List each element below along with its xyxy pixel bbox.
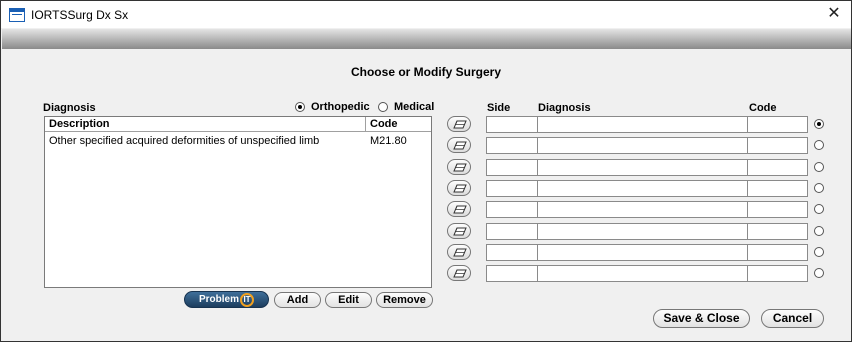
row-select-radio[interactable] [814,140,824,150]
erase-row-button[interactable] [447,265,471,281]
column-header-code[interactable]: Code [366,117,431,132]
eraser-icon [453,248,467,257]
radio-orthopedic-label: Orthopedic [311,101,370,113]
grid-header-code: Code [749,102,777,114]
page-title: Choose or Modify Surgery [350,65,502,79]
code-cell[interactable] [747,180,808,197]
erase-row-button[interactable] [447,159,471,175]
erase-row-button[interactable] [447,201,471,217]
erase-row-button[interactable] [447,180,471,196]
code-cell[interactable] [747,201,808,218]
radio-orthopedic[interactable] [295,102,305,112]
radio-medical[interactable] [378,102,388,112]
diagnosis-list[interactable]: Description Code Other specified acquire… [44,116,432,288]
edit-button[interactable]: Edit [325,292,372,308]
close-button[interactable]: ✕ [823,4,845,24]
side-cell[interactable] [486,201,538,218]
side-cell[interactable] [486,137,538,154]
table-icon [9,7,25,22]
eraser-icon [453,205,467,214]
grid-header-diagnosis: Diagnosis [538,102,591,114]
diagnosis-cell[interactable] [537,223,748,240]
code-cell[interactable] [747,137,808,154]
diagnosis-cell[interactable] [537,180,748,197]
remove-button[interactable]: Remove [376,292,433,308]
title-bar: IORTSSurg Dx Sx ✕ [1,1,851,28]
window-title: IORTSSurg Dx Sx [31,7,129,22]
side-cell[interactable] [486,180,538,197]
code-cell[interactable] [747,265,808,282]
diagnosis-cell[interactable] [537,137,748,154]
add-button[interactable]: Add [274,292,321,308]
row-select-radio[interactable] [814,162,824,172]
radio-medical-label: Medical [394,101,435,113]
code-cell[interactable] [747,116,808,133]
eraser-icon [453,141,467,150]
diagnosis-cell[interactable] [537,201,748,218]
erase-row-button[interactable] [447,137,471,153]
list-item-description: Other specified acquired deformities of … [49,135,320,147]
row-select-radio[interactable] [814,204,824,214]
eraser-icon [453,163,467,172]
row-select-radio[interactable] [814,226,824,236]
side-cell[interactable] [486,116,538,133]
save-close-button[interactable]: Save & Close [653,309,750,328]
list-item-code: M21.80 [370,135,407,147]
row-select-radio[interactable] [814,268,824,278]
eraser-icon [453,120,467,129]
code-cell[interactable] [747,159,808,176]
side-cell[interactable] [486,159,538,176]
diagnosis-cell[interactable] [537,159,748,176]
eraser-icon [453,269,467,278]
header-band [2,29,851,49]
column-header-description[interactable]: Description [45,117,366,132]
row-select-radio[interactable] [814,183,824,193]
cancel-button[interactable]: Cancel [761,309,824,328]
erase-row-button[interactable] [447,223,471,239]
side-cell[interactable] [486,244,538,261]
problem-it-button[interactable]: Problem IT [184,291,269,308]
diagnosis-cell[interactable] [537,244,748,261]
erase-row-button[interactable] [447,116,471,132]
code-cell[interactable] [747,223,808,240]
side-cell[interactable] [486,223,538,240]
diagnosis-cell[interactable] [537,265,748,282]
row-select-radio[interactable] [814,247,824,257]
dialog-window: IORTSSurg Dx Sx ✕ Choose or Modify Surge… [0,0,852,342]
row-select-radio[interactable] [814,119,824,129]
problem-it-badge: IT [240,292,254,307]
diagnosis-label: Diagnosis [43,102,96,114]
problem-it-label: Problem [198,294,239,305]
diagnosis-cell[interactable] [537,116,748,133]
grid-header-side: Side [487,102,511,114]
eraser-icon [453,227,467,236]
eraser-icon [453,184,467,193]
side-cell[interactable] [486,265,538,282]
erase-row-button[interactable] [447,244,471,260]
code-cell[interactable] [747,244,808,261]
